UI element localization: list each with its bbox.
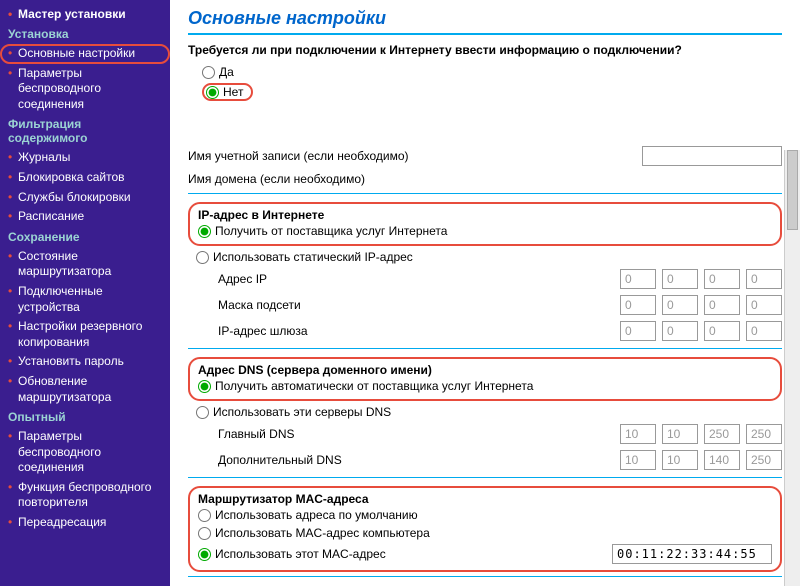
dns2-octet-2[interactable] bbox=[662, 450, 698, 470]
divider bbox=[188, 33, 782, 35]
dns2-octet-4[interactable] bbox=[746, 450, 782, 470]
mac-section-title: Маршрутизатор MAC-адреса bbox=[198, 492, 772, 506]
sidebar-item-password[interactable]: Установить пароль bbox=[0, 352, 170, 372]
ip-octet-4[interactable] bbox=[746, 269, 782, 289]
mask-octet-4[interactable] bbox=[746, 295, 782, 315]
sidebar-item-basic-settings[interactable]: Основные настройки bbox=[0, 44, 170, 64]
sidebar-item-attached[interactable]: Подключенные устройства bbox=[0, 282, 170, 317]
divider bbox=[188, 348, 782, 349]
login-yes-label: Да bbox=[219, 65, 234, 79]
sidebar-section-setup: Установка bbox=[0, 24, 170, 44]
dns-auto-radio[interactable] bbox=[198, 380, 211, 393]
sidebar-item-block-sites[interactable]: Блокировка сайтов bbox=[0, 168, 170, 188]
dns-manual-label: Использовать эти серверы DNS bbox=[213, 405, 391, 419]
dns-secondary-label: Дополнительный DNS bbox=[188, 453, 448, 467]
ip-auto-label: Получить от поставщика услуг Интернета bbox=[215, 224, 447, 238]
login-no-radio[interactable] bbox=[206, 86, 219, 99]
login-prompt-label: Требуется ли при подключении к Интернету… bbox=[188, 43, 782, 57]
mac-default-label: Использовать адреса по умолчанию bbox=[215, 508, 418, 522]
dns-manual-radio[interactable] bbox=[196, 406, 209, 419]
ip-section-highlight: IP-адрес в Интернете Получить от поставщ… bbox=[188, 202, 782, 246]
mask-label: Маска подсети bbox=[188, 298, 448, 312]
sidebar-item-forwarding[interactable]: Переадресация bbox=[0, 513, 170, 533]
dns-section-highlight: Адрес DNS (сервера доменного имени) Полу… bbox=[188, 357, 782, 401]
dns-primary-label: Главный DNS bbox=[188, 427, 448, 441]
divider bbox=[188, 477, 782, 478]
dns2-octet-3[interactable] bbox=[704, 450, 740, 470]
mask-octet-1[interactable] bbox=[620, 295, 656, 315]
ip-static-radio[interactable] bbox=[196, 251, 209, 264]
ip-static-label: Использовать статический IP-адрес bbox=[213, 250, 413, 264]
sidebar-item-schedule[interactable]: Расписание bbox=[0, 207, 170, 227]
dns1-octet-3[interactable] bbox=[704, 424, 740, 444]
mask-octet-3[interactable] bbox=[704, 295, 740, 315]
login-yes-radio[interactable] bbox=[202, 66, 215, 79]
ip-section-title: IP-адрес в Интернете bbox=[198, 208, 772, 222]
sidebar-item-backup[interactable]: Настройки резервного копирования bbox=[0, 317, 170, 352]
sidebar-item-repeater[interactable]: Функция беспроводного повторителя bbox=[0, 478, 170, 513]
domain-label: Имя домена (если необходимо) bbox=[188, 172, 448, 186]
sidebar-item-block-services[interactable]: Службы блокировки bbox=[0, 188, 170, 208]
dns-auto-label: Получить автоматически от поставщика усл… bbox=[215, 379, 533, 393]
gw-octet-3[interactable] bbox=[704, 321, 740, 341]
sidebar: •Мастер установки Установка Основные нас… bbox=[0, 0, 170, 586]
scrollbar-thumb[interactable] bbox=[787, 150, 798, 230]
sidebar-item-upgrade[interactable]: Обновление маршрутизатора bbox=[0, 372, 170, 407]
sidebar-section-maintenance: Сохранение bbox=[0, 227, 170, 247]
ip-octet-3[interactable] bbox=[704, 269, 740, 289]
mac-this-radio[interactable] bbox=[198, 548, 211, 561]
dns-section-title: Адрес DNS (сервера доменного имени) bbox=[198, 363, 772, 377]
dns2-octet-1[interactable] bbox=[620, 450, 656, 470]
mac-section-highlight: Маршрутизатор MAC-адреса Использовать ад… bbox=[188, 486, 782, 572]
dns1-octet-4[interactable] bbox=[746, 424, 782, 444]
mac-pc-label: Использовать MAC-адрес компьютера bbox=[215, 526, 430, 540]
page-title: Основные настройки bbox=[188, 8, 782, 29]
mask-octet-2[interactable] bbox=[662, 295, 698, 315]
account-label: Имя учетной записи (если необходимо) bbox=[188, 149, 448, 163]
scrollbar[interactable]: ▲ bbox=[784, 150, 800, 586]
gw-label: IP-адрес шлюза bbox=[188, 324, 448, 338]
sidebar-item-router-status[interactable]: Состояние маршрутизатора bbox=[0, 247, 170, 282]
divider bbox=[188, 576, 782, 577]
ip-addr-label: Адрес IP bbox=[188, 272, 448, 286]
login-no-label: Нет bbox=[223, 85, 243, 99]
mac-pc-radio[interactable] bbox=[198, 527, 211, 540]
gw-octet-4[interactable] bbox=[746, 321, 782, 341]
dns1-octet-1[interactable] bbox=[620, 424, 656, 444]
sidebar-section-filter: Фильтрация содержимого bbox=[0, 114, 170, 148]
mac-this-label: Использовать этот MAC-адрес bbox=[215, 547, 386, 561]
main-panel: Основные настройки Требуется ли при подк… bbox=[170, 0, 800, 586]
ip-octet-2[interactable] bbox=[662, 269, 698, 289]
gw-octet-1[interactable] bbox=[620, 321, 656, 341]
account-input[interactable] bbox=[642, 146, 782, 166]
sidebar-item-logs[interactable]: Журналы bbox=[0, 148, 170, 168]
divider bbox=[188, 193, 782, 194]
sidebar-wizard[interactable]: •Мастер установки bbox=[0, 4, 170, 24]
sidebar-item-wireless-params[interactable]: Параметры беспроводного соединения bbox=[0, 64, 170, 115]
mac-default-radio[interactable] bbox=[198, 509, 211, 522]
sidebar-item-adv-wireless[interactable]: Параметры беспроводного соединения bbox=[0, 427, 170, 478]
ip-octet-1[interactable] bbox=[620, 269, 656, 289]
dns1-octet-2[interactable] bbox=[662, 424, 698, 444]
mac-input[interactable] bbox=[612, 544, 772, 564]
gw-octet-2[interactable] bbox=[662, 321, 698, 341]
sidebar-section-advanced: Опытный bbox=[0, 407, 170, 427]
ip-auto-radio[interactable] bbox=[198, 225, 211, 238]
